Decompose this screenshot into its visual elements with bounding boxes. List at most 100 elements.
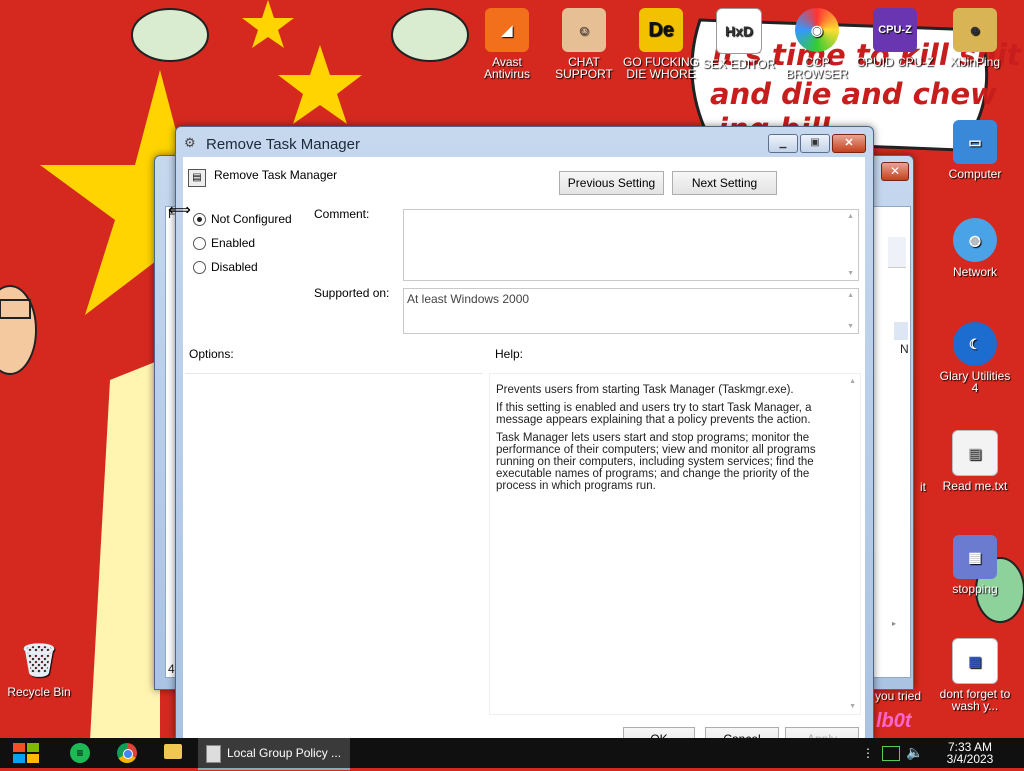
folder-person-icon: ☻	[953, 8, 997, 52]
network-tray-icon[interactable]	[882, 746, 900, 761]
cpuz-icon: CPU-Z	[873, 8, 917, 52]
scroll-up-icon[interactable]: ▲	[847, 213, 854, 220]
desktop-icon-label: Network	[952, 265, 997, 279]
browser-icon: ◉	[795, 8, 839, 52]
scroll-down-icon[interactable]: ▼	[847, 323, 854, 330]
scroll-up-icon[interactable]: ▲	[849, 378, 856, 385]
resize-cursor-icon: ⟺	[168, 202, 191, 219]
desktop-icon-label: GO FUCKING DIE WHORE	[622, 55, 699, 81]
desktop-icon-read-me[interactable]: ▤ Read me.txt	[936, 430, 1014, 492]
maximize-icon: ▣	[810, 137, 820, 148]
back-window-close-button[interactable]: ✕	[881, 162, 909, 181]
help-text: Prevents users from starting Task Manage…	[496, 384, 840, 492]
desktop-icon-dont-forget[interactable]: ▦ dont forget to wash y...	[936, 638, 1014, 712]
remove-task-manager-dialog[interactable]: ⚙ Remove Task Manager ▁ ▣ ✕ ▤ Remove Tas…	[175, 126, 874, 751]
partial-desktop-label: lb0t	[876, 710, 912, 732]
desktop-icon-chat-support[interactable]: ☺ CHAT SUPPORT	[545, 8, 623, 80]
chrome-center-icon	[123, 749, 133, 759]
desktop-icon-cpuid-cpuz[interactable]: CPU-Z CPUID CPU-Z	[856, 8, 934, 68]
recycle-bin-icon: 🗑	[18, 642, 60, 678]
desktop-icon-go-die-whore[interactable]: De GO FUCKING DIE WHORE	[622, 8, 700, 80]
desktop-icon-recycle-bin[interactable]: 🗑 Recycle Bin	[0, 638, 78, 698]
policy-task-icon	[206, 745, 221, 763]
scroll-up-icon[interactable]: ▲	[847, 292, 854, 299]
windows-logo-icon	[13, 743, 39, 763]
dialog-close-button[interactable]: ✕	[832, 134, 866, 153]
desktop-icon-label: Glary Utilities 4	[939, 369, 1011, 395]
taskbar-task-group-policy[interactable]: Local Group Policy ...	[198, 738, 350, 770]
scroll-down-icon[interactable]: ▼	[847, 270, 854, 277]
partial-desktop-label: it	[920, 480, 926, 494]
comment-textbox[interactable]: ▲ ▼	[403, 209, 859, 281]
desktop-icon-label: CCP BROWSER	[785, 55, 848, 81]
policy-app-icon: ⚙	[184, 135, 196, 150]
comment-label: Comment:	[314, 207, 370, 221]
tray-overflow-icon[interactable]: ⋮	[862, 746, 874, 760]
help-paragraph: If this setting is enabled and users try…	[496, 402, 812, 426]
help-pane[interactable]: Prevents users from starting Task Manage…	[489, 373, 861, 715]
dialog-title: Remove Task Manager	[206, 136, 360, 153]
small-yellow-star	[278, 45, 362, 124]
desktop-icon-label: XiJinPing	[949, 55, 1001, 69]
small-yellow-star-2	[242, 0, 294, 48]
glary-icon: ☾	[953, 322, 997, 366]
avast-icon: ◢	[485, 8, 529, 52]
radio-label: Disabled	[211, 260, 258, 274]
desktop-icon-label: stopping	[952, 582, 998, 596]
radio-selected-icon	[193, 212, 206, 226]
dialog-title-bar[interactable]: ⚙ Remove Task Manager ▁ ▣ ✕	[176, 127, 873, 157]
radio-label: Enabled	[211, 236, 256, 250]
close-icon: ✕	[889, 164, 901, 178]
taskbar: ≡ Local Group Policy ... ⋮ 🔈 7:33 AM 3/4…	[0, 738, 1024, 770]
supported-on-label: Supported on:	[314, 286, 390, 300]
clock[interactable]: 7:33 AM 3/4/2023	[940, 741, 1000, 765]
desktop-icon-network[interactable]: ◍ Network	[936, 218, 1014, 278]
policy-setting-icon: ▤	[188, 169, 206, 187]
spotify-icon[interactable]: ≡	[70, 743, 90, 763]
desktop-icon-glary-utilities[interactable]: ☾ Glary Utilities 4	[936, 322, 1014, 394]
desktop-icon-sex-editor[interactable]: HxD SEX EDITOR	[700, 8, 778, 70]
scroll-right-icon[interactable]: ▸	[892, 619, 908, 633]
supported-on-field: At least Windows 2000 ▲ ▼	[403, 288, 859, 334]
radio-enabled[interactable]: Enabled	[193, 236, 255, 250]
next-setting-button[interactable]: Next Setting	[672, 171, 777, 195]
money-bag	[131, 8, 209, 62]
scroll-down-icon[interactable]: ▼	[849, 703, 856, 710]
radio-disabled[interactable]: Disabled	[193, 260, 258, 274]
meme-text-line-2: and die and chew	[710, 77, 997, 111]
desktop-icon-label: dont forget to wash y...	[939, 687, 1011, 713]
money-bag-2	[391, 8, 469, 62]
radio-label: Not Configured	[211, 212, 292, 226]
back-window-fragment: 4	[168, 662, 175, 676]
calendar-file-icon: ▦	[952, 638, 998, 684]
help-paragraph: Prevents users from starting Task Manage…	[496, 384, 794, 396]
de-app-icon: De	[639, 8, 683, 52]
computer-icon: ▭	[953, 120, 997, 164]
close-icon: ✕	[844, 137, 854, 149]
desktop-icon-xijinping[interactable]: ☻ XiJinPing	[936, 8, 1014, 68]
maximize-button[interactable]: ▣	[800, 134, 830, 153]
options-label: Options:	[189, 347, 234, 361]
start-button[interactable]	[10, 738, 42, 768]
yellow-band	[90, 360, 160, 740]
minimize-button[interactable]: ▁	[768, 134, 798, 153]
radio-not-configured[interactable]: Not Configured	[193, 212, 292, 226]
desktop-icon-computer[interactable]: ▭ Computer	[936, 120, 1014, 180]
file-explorer-icon[interactable]	[164, 744, 182, 759]
radio-empty-icon	[193, 260, 206, 274]
hxd-icon: HxD	[716, 8, 762, 54]
desktop-icon-stopping[interactable]: ▦ stopping	[936, 535, 1014, 595]
desktop-icon-label: Avast Antivirus	[483, 55, 530, 81]
volume-tray-icon[interactable]: 🔈	[906, 744, 923, 761]
selected-row-highlight	[894, 322, 908, 340]
supported-on-value: At least Windows 2000	[407, 292, 530, 306]
clock-date: 3/4/2023	[946, 752, 994, 766]
previous-setting-button[interactable]: Previous Setting	[559, 171, 664, 195]
desktop-icon-ccp-browser[interactable]: ◉ CCP BROWSER	[778, 8, 856, 80]
minimize-icon: ▁	[779, 138, 787, 148]
chrome-icon[interactable]	[117, 743, 137, 763]
help-paragraph: Task Manager lets users start and stop p…	[496, 432, 816, 492]
state-cell: N	[900, 342, 909, 356]
text-file-icon: ▤	[952, 430, 998, 476]
desktop-icon-avast-antivirus[interactable]: ◢ Avast Antivirus	[468, 8, 546, 80]
